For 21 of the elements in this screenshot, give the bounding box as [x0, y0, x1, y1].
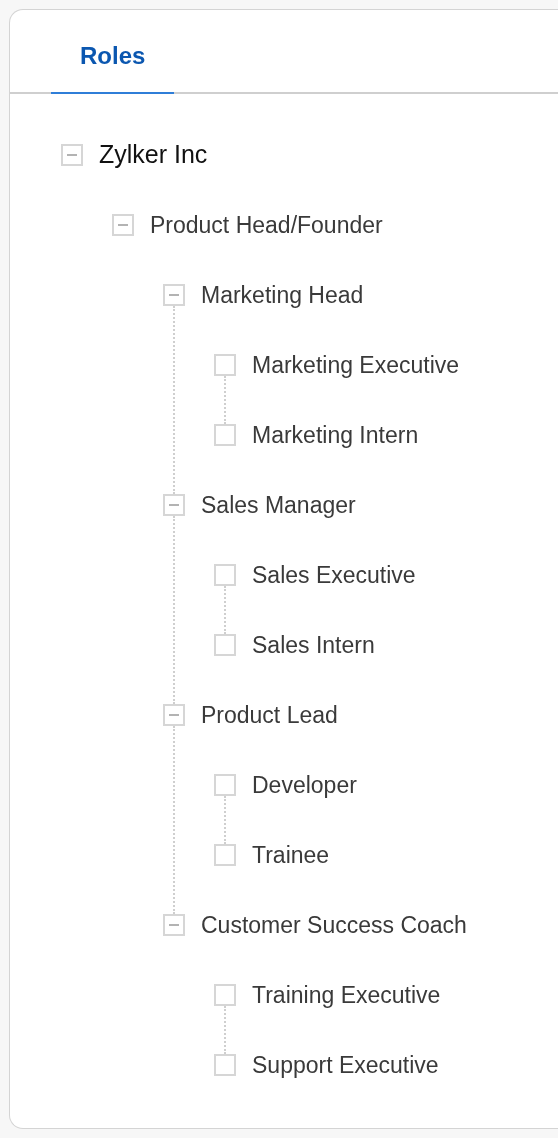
tree-item-label[interactable]: Trainee — [252, 837, 330, 873]
collapse-icon[interactable] — [112, 214, 134, 236]
collapse-icon[interactable] — [163, 494, 185, 516]
tree-item-label[interactable]: Sales Manager — [201, 487, 356, 523]
tree-item-label[interactable]: Sales Executive — [252, 557, 416, 593]
tree-item-label[interactable]: Zylker Inc — [99, 136, 208, 174]
collapse-icon[interactable] — [163, 704, 185, 726]
tree-item-label[interactable]: Marketing Head — [201, 277, 364, 313]
tree-item-label[interactable]: Marketing Executive — [252, 347, 460, 383]
tree-item-label[interactable]: Marketing Intern — [252, 417, 419, 453]
collapse-icon[interactable] — [163, 284, 185, 306]
collapse-icon[interactable] — [163, 914, 185, 936]
collapse-icon[interactable] — [61, 144, 83, 166]
roles-tab[interactable]: Roles — [51, 38, 175, 94]
tree-item-label[interactable]: Training Executive — [252, 977, 441, 1013]
tree-item-label[interactable]: Support Executive — [252, 1047, 439, 1083]
tree-item-label[interactable]: Product Head/Founder — [150, 207, 383, 243]
tree-item-label[interactable]: Developer — [252, 767, 357, 803]
tree-item-label[interactable]: Sales Intern — [252, 627, 375, 663]
tree-item-label[interactable]: Customer Success Coach — [201, 907, 467, 943]
tree-item-label[interactable]: Product Lead — [201, 697, 338, 733]
